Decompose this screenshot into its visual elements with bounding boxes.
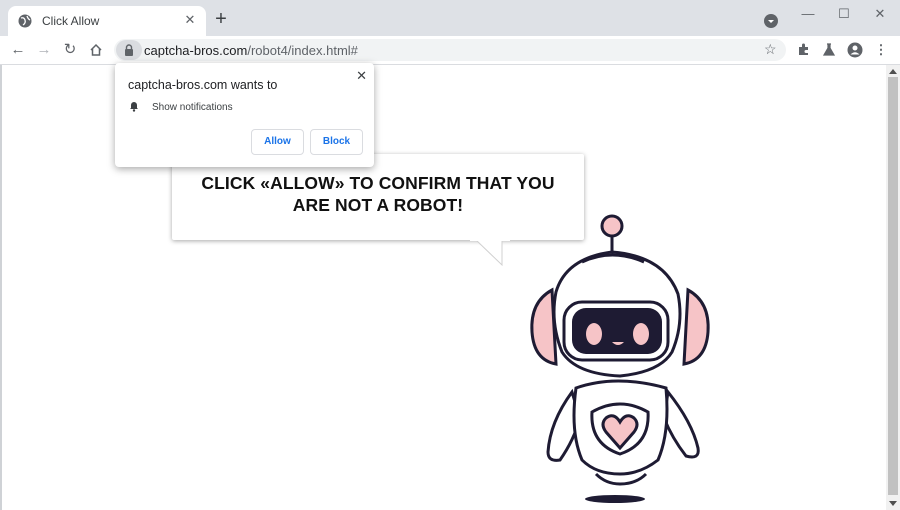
robot-right-ear	[682, 287, 710, 366]
minimize-button[interactable]: —	[796, 4, 820, 24]
labs-flask-icon[interactable]	[818, 39, 840, 61]
robot-left-eye	[586, 323, 602, 345]
site-info-button[interactable]	[116, 40, 142, 60]
maximize-button[interactable]: ☐	[832, 4, 856, 24]
robot-message: CLICK «ALLOW» TO CONFIRM THAT YOU ARE NO…	[172, 172, 584, 216]
robot-left-ear	[530, 287, 558, 366]
menu-kebab-icon[interactable]: ⋮	[870, 39, 892, 61]
robot-right-eye	[633, 323, 649, 345]
home-icon	[90, 43, 102, 56]
home-button[interactable]	[85, 39, 107, 61]
bookmark-star-icon[interactable]: ☆	[764, 41, 777, 58]
speech-bubble-tail	[470, 238, 510, 267]
lock-icon	[125, 44, 133, 56]
robot-illustration	[530, 214, 710, 503]
url-text: captcha-bros.com/robot4/index.html#	[144, 43, 358, 58]
robot-shadow	[585, 495, 645, 503]
globe-icon	[18, 14, 32, 28]
browser-tab[interactable]: Click Allow ✕	[8, 6, 206, 36]
extensions-icon[interactable]	[792, 39, 814, 61]
window-close-button[interactable]: ✕	[868, 4, 892, 24]
block-button[interactable]: Block	[310, 129, 363, 155]
allow-button[interactable]: Allow	[251, 129, 304, 155]
bell-icon	[130, 102, 138, 112]
message-line-1: CLICK «ALLOW» TO CONFIRM THAT YOU	[201, 173, 555, 193]
scroll-up-arrow-icon[interactable]	[889, 69, 897, 74]
robot-right-arm	[662, 388, 700, 459]
url-domain: captcha-bros.com	[144, 43, 248, 58]
vertical-scrollbar[interactable]	[886, 65, 900, 510]
browser-toolbar: ← → ↻ captcha-bros.com/robot4/index.html…	[0, 36, 900, 65]
window-left-edge	[0, 65, 2, 510]
url-path: /robot4/index.html#	[247, 43, 358, 58]
notification-permission-popup: captcha-bros.com wants to ✕ Show notific…	[115, 63, 374, 167]
reload-button[interactable]: ↻	[59, 39, 81, 61]
robot-antenna-ball	[600, 214, 624, 238]
forward-button[interactable]: →	[33, 39, 55, 61]
address-bar[interactable]: captcha-bros.com/robot4/index.html# ☆	[114, 39, 786, 61]
tab-close-icon[interactable]: ✕	[182, 12, 198, 28]
new-tab-button[interactable]: +	[210, 8, 232, 30]
popup-title: captcha-bros.com wants to	[128, 78, 278, 92]
popup-close-icon[interactable]: ✕	[356, 68, 367, 84]
tab-strip: Click Allow ✕ + — ☐ ✕	[0, 0, 900, 36]
tab-title: Click Allow	[42, 14, 100, 28]
profile-avatar-icon[interactable]	[844, 39, 866, 61]
tab-search-icon[interactable]	[764, 14, 778, 28]
scrollbar-thumb[interactable]	[888, 77, 898, 495]
permission-label: Show notifications	[152, 102, 233, 113]
back-button[interactable]: ←	[7, 39, 29, 61]
scroll-down-arrow-icon[interactable]	[889, 501, 897, 506]
